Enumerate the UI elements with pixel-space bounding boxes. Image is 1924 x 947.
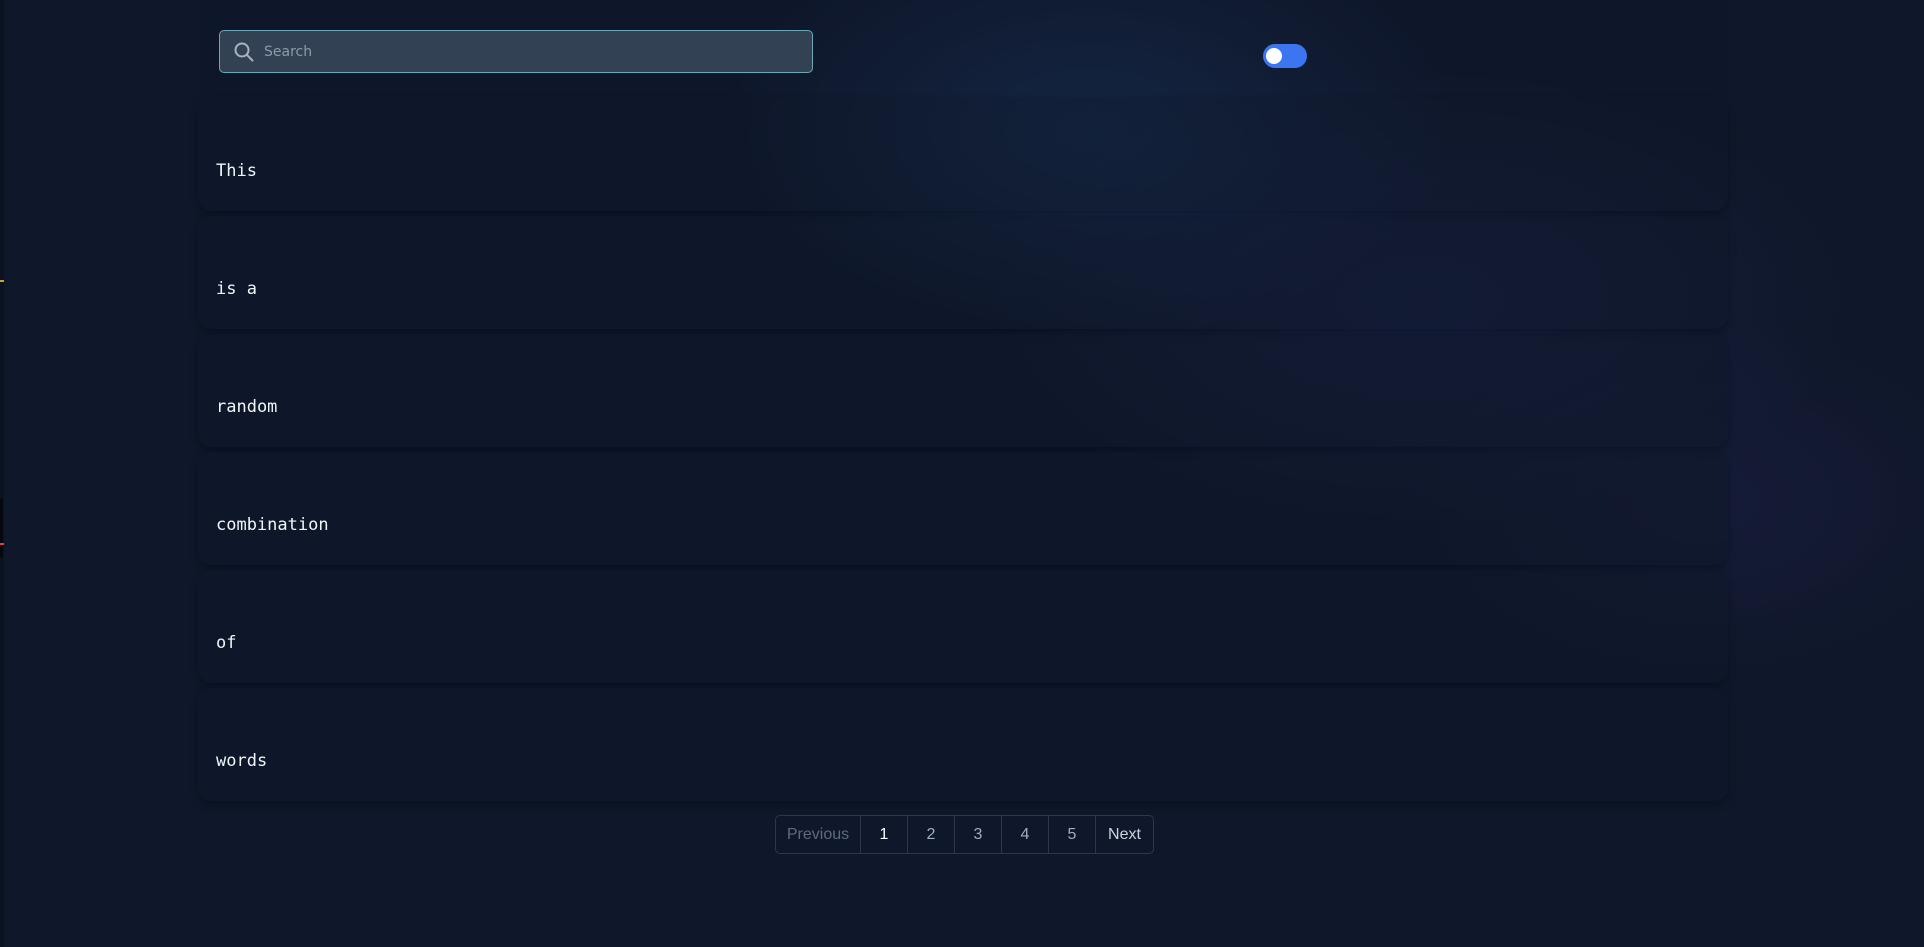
left-edge-strip — [0, 0, 4, 947]
list-item: combination — [198, 452, 1728, 565]
list-item: of — [198, 570, 1728, 683]
previous-page-button[interactable]: Previous — [776, 816, 860, 853]
search-icon — [232, 40, 256, 64]
list-item-text: This — [216, 160, 257, 181]
theme-toggle[interactable] — [1263, 44, 1307, 68]
edge-marker-red — [0, 543, 4, 545]
list-item: is a — [198, 216, 1728, 329]
edge-marker-dark — [0, 498, 3, 558]
search-input[interactable] — [256, 31, 812, 72]
list-item-text: random — [216, 396, 278, 417]
list-item-text: is a — [216, 278, 257, 299]
list-item: This — [198, 98, 1728, 211]
main-container: This is a random combination of words — [198, 0, 1728, 806]
page-button-2[interactable]: 2 — [907, 816, 954, 853]
page-button-4[interactable]: 4 — [1001, 816, 1048, 853]
page-button-3[interactable]: 3 — [954, 816, 1001, 853]
next-page-button[interactable]: Next — [1095, 816, 1153, 853]
list-item-text: words — [216, 750, 268, 771]
page-button-1[interactable]: 1 — [860, 816, 907, 853]
pagination: Previous 1 2 3 4 5 Next — [775, 815, 1154, 854]
edge-marker-yellow — [0, 280, 4, 282]
list-item-text: of — [216, 632, 237, 653]
list-item: random — [198, 334, 1728, 447]
page-button-5[interactable]: 5 — [1048, 816, 1095, 853]
toggle-knob — [1266, 48, 1282, 64]
list-item-text: combination — [216, 514, 329, 535]
header-bar — [198, 0, 1728, 98]
search-box[interactable] — [219, 30, 813, 73]
word-list: This is a random combination of words — [198, 98, 1728, 801]
list-item: words — [198, 688, 1728, 801]
